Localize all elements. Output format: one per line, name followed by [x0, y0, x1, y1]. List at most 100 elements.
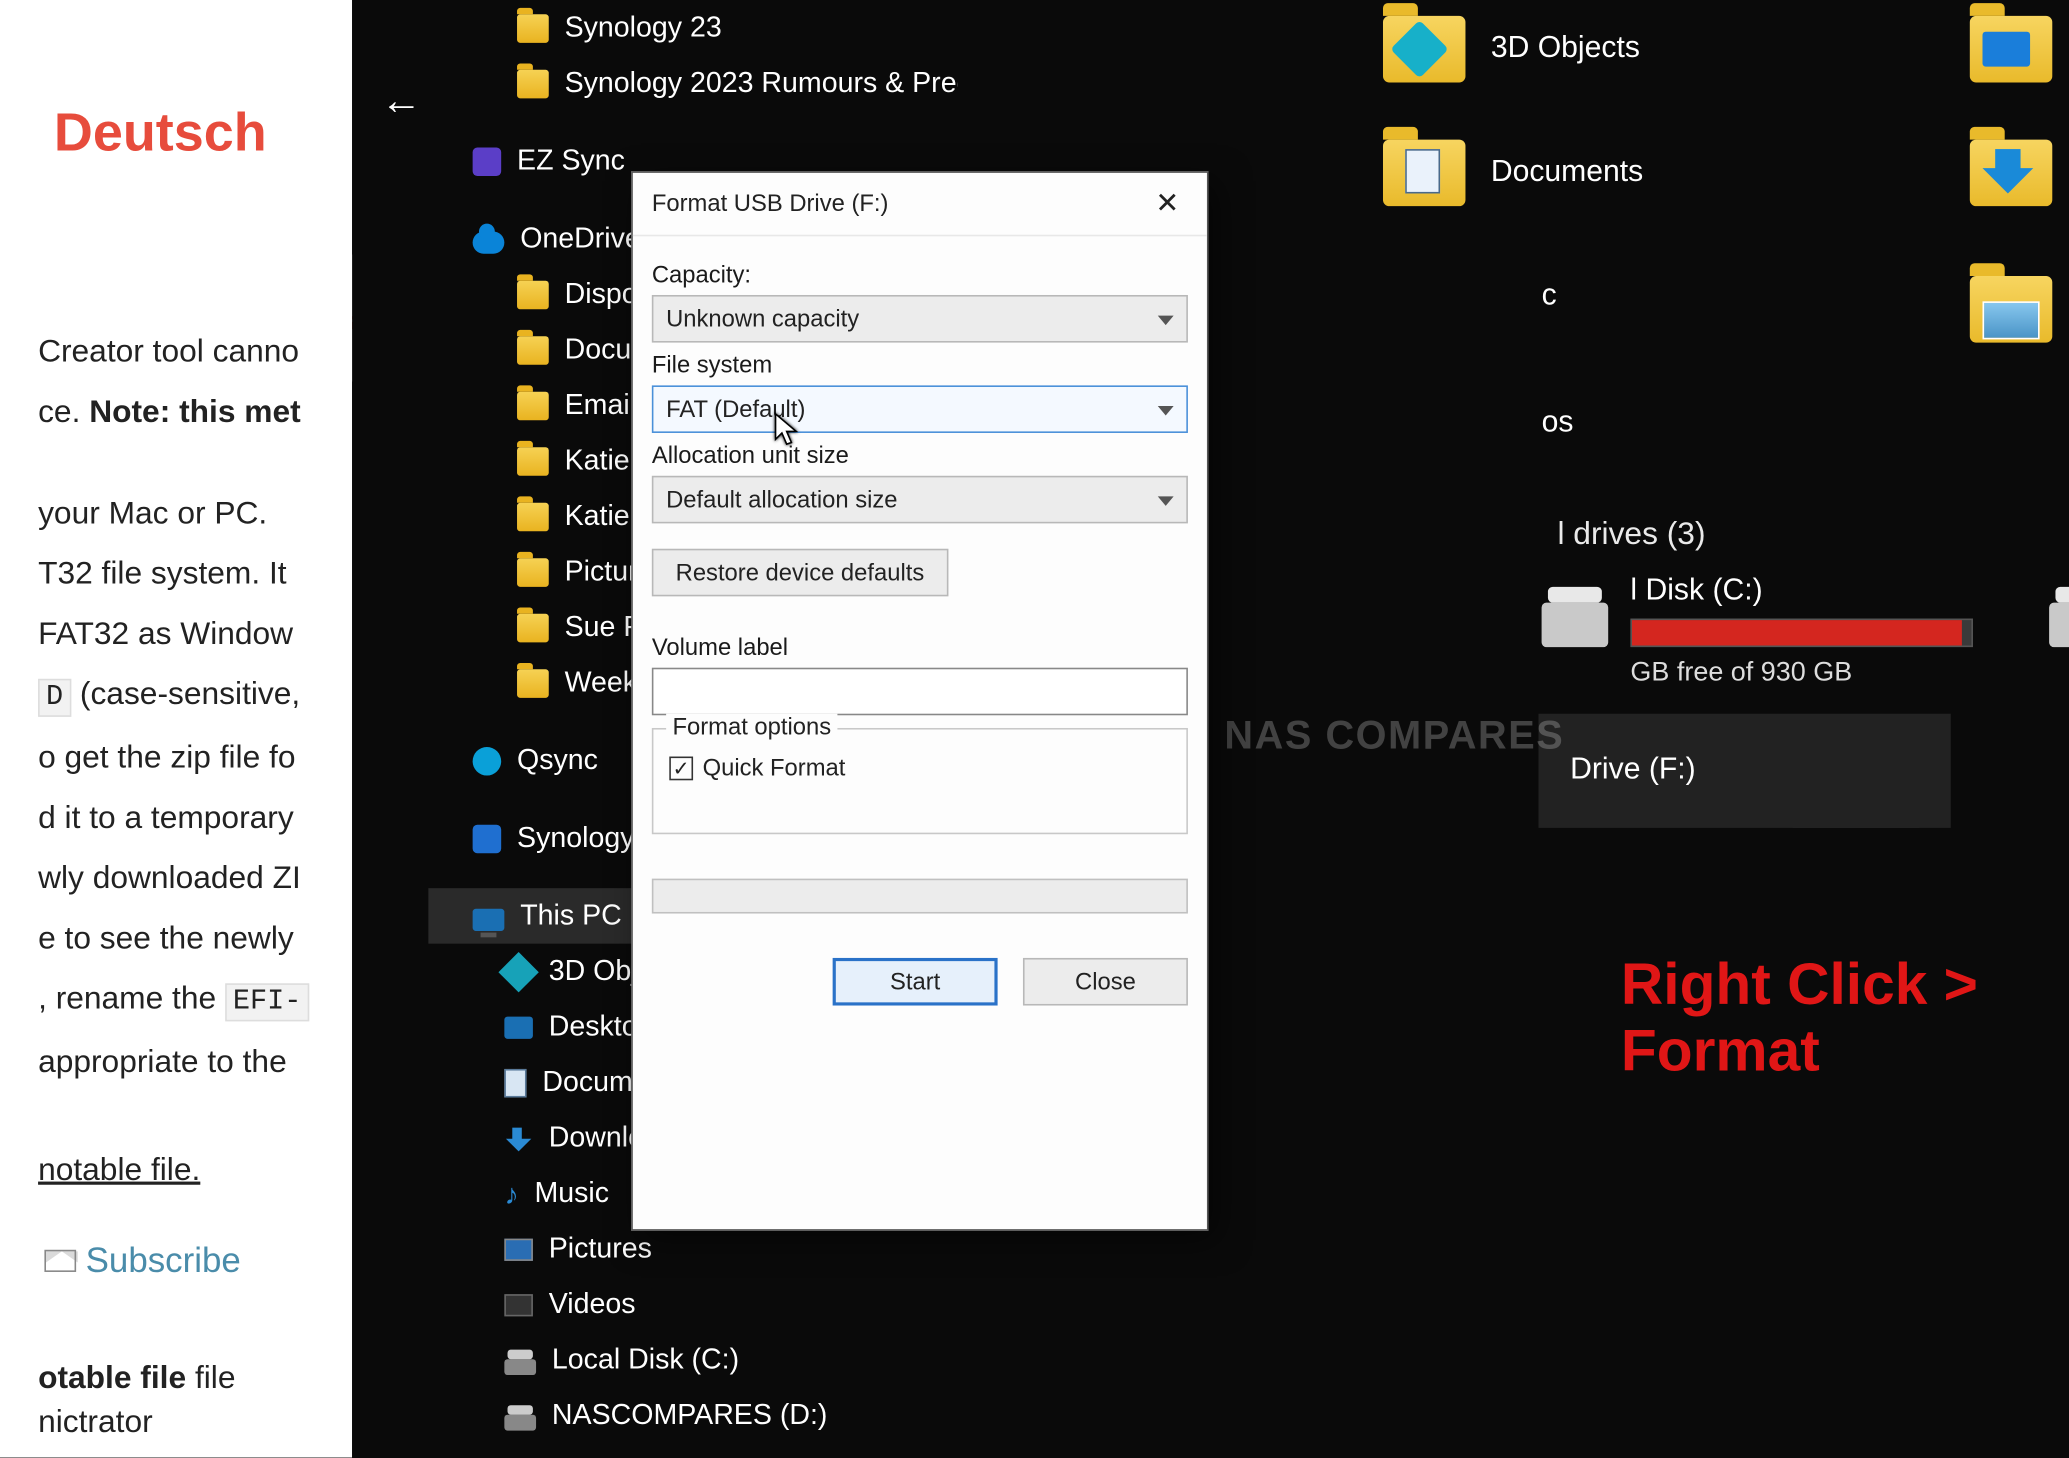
folder-icon [1970, 140, 2052, 207]
article-bottom: otable file file nictrator [38, 1356, 235, 1445]
tree-item-label: Synology 2023 Rumours & Predi [565, 67, 958, 100]
cloud-icon [473, 231, 505, 253]
folder-icon [517, 668, 549, 697]
folder-icon [517, 502, 549, 531]
quick-format-checkbox[interactable]: ✓ Quick Format [669, 755, 1170, 782]
cursor-icon [774, 412, 799, 447]
disk-icon [504, 1358, 536, 1374]
folder-icon [1383, 140, 1465, 207]
subscribe-label: Subscribe [86, 1231, 241, 1291]
drive-icon [2049, 603, 2069, 647]
music-icon: ♪ [504, 1179, 518, 1208]
envelope-icon [44, 1250, 76, 1272]
folder-icon [517, 13, 549, 42]
folder-icon [1383, 16, 1465, 83]
tree-item-label: Pictures [549, 1232, 652, 1265]
volume-label-label: Volume label [652, 634, 1188, 661]
allocation-select[interactable]: Default allocation size [652, 476, 1188, 524]
tree-item-label: Docum [542, 1066, 632, 1099]
down-icon [504, 1127, 533, 1149]
article-paragraph-2: your Mac or PC.T32 file system. It FAT32… [0, 484, 352, 1093]
drive-item-l-disk-c-[interactable]: l Disk (C:) GB free of 930 GB [1542, 574, 1973, 688]
qsync-icon [473, 746, 502, 775]
capacity-label: Capacity: [652, 262, 1188, 289]
tree-item-videos[interactable]: Videos [428, 1277, 958, 1333]
start-button[interactable]: Start [833, 958, 998, 1006]
tree-item-label: EZ Sync [517, 144, 625, 177]
usb-drive-item[interactable]: Drive (F:) [1538, 714, 1950, 828]
usb-drive-label: Drive (F:) [1570, 753, 1696, 788]
pc-icon [473, 908, 505, 930]
allocation-label: Allocation unit size [652, 442, 1188, 469]
pics-icon [504, 1238, 533, 1260]
drive-usage-bar [1630, 619, 1973, 648]
tree-item-label: Downlo [549, 1121, 644, 1154]
format-progress [652, 879, 1188, 914]
tree-item-label: Synology [517, 822, 634, 855]
3d-icon [498, 951, 538, 991]
drive-name: l Disk (C:) [1630, 574, 1973, 609]
folder-icon [1970, 16, 2052, 83]
folder-item-os[interactable]: os [1542, 406, 1574, 441]
article-strip: Deutsch Creator tool cannoce. Note: this… [0, 0, 352, 1458]
article-paragraph-1: Creator tool cannoce. Note: this met [0, 322, 352, 443]
drives-section-header: l drives (3) [1557, 517, 1705, 553]
folder-item-desktop[interactable]: Desktop [1970, 16, 2069, 83]
folder-icon [517, 69, 549, 98]
close-icon[interactable]: ✕ [1144, 185, 1192, 223]
ez-icon [473, 147, 502, 176]
folder-item-downloads[interactable]: Downloads [1970, 140, 2069, 207]
capacity-select[interactable]: Unknown capacity [652, 295, 1188, 343]
filesystem-select[interactable]: FAT (Default) [652, 385, 1188, 433]
tree-item-label: Qsync [517, 744, 598, 777]
tree-item-label: Synology 23 [565, 11, 722, 44]
tree-item-label: OneDrive [520, 222, 641, 255]
folder-icon [1970, 276, 2052, 343]
doc-icon [504, 1068, 526, 1097]
folder-icon [517, 280, 549, 309]
drive-free-text: GB free of 930 GB [1630, 657, 1973, 689]
annotation-text: Right Click > Format [1621, 952, 2069, 1085]
capacity-value: Unknown capacity [666, 305, 859, 332]
subscribe-link[interactable]: Subscribe [44, 1231, 240, 1291]
drive-item-nascompares-d-[interactable]: NASCOMPARES (D:)11.5 GB free of 447 GB [2049, 574, 2069, 688]
folder-label: c [1542, 279, 1557, 314]
tree-item-label: This PC [520, 899, 622, 932]
drive-icon [1542, 603, 1609, 647]
format-options-fieldset: Format options ✓ Quick Format [652, 728, 1188, 834]
language-heading: Deutsch [54, 103, 352, 163]
checkbox-icon: ✓ [669, 757, 693, 781]
allocation-value: Default allocation size [666, 486, 897, 513]
article-notable: notable file. [0, 1140, 352, 1200]
restore-defaults-button[interactable]: Restore device defaults [652, 549, 948, 597]
tree-item-nascompares-d-[interactable]: NASCOMPARES (D:) [428, 1388, 958, 1444]
file-explorer: ← Synology 23 Synology 2023 Rumours & Pre… [352, 0, 2069, 1458]
volume-label-input[interactable] [652, 668, 1188, 716]
folder-icon [517, 335, 549, 364]
folder-icon [517, 446, 549, 475]
tree-item-label: Deskto [549, 1010, 638, 1043]
folder-item-3d-objects[interactable]: 3D Objects [1383, 16, 1640, 83]
folder-icon [517, 613, 549, 642]
folder-item-pictures[interactable]: Pictures [1970, 276, 2069, 343]
tree-item-synology-23[interactable]: Synology 23 [428, 0, 958, 56]
tree-item-label: Local Disk (C:) [552, 1343, 739, 1376]
vids-icon [504, 1293, 533, 1315]
close-button[interactable]: Close [1023, 958, 1188, 1006]
folder-item-documents[interactable]: Documents [1383, 140, 1643, 207]
folder-item-c[interactable]: c [1542, 279, 1557, 314]
back-arrow-icon[interactable]: ← [381, 76, 422, 125]
dialog-title: Format USB Drive (F:) [652, 190, 889, 217]
format-dialog: Format USB Drive (F:) ✕ Capacity: Unknow… [631, 171, 1208, 1230]
watermark: NAS COMPARES [1224, 714, 1564, 760]
tree-item-synology-2023-rumours-predi[interactable]: Synology 2023 Rumours & Predi [428, 56, 958, 112]
tree-item-local-disk-c-[interactable]: Local Disk (C:) [428, 1332, 958, 1388]
filesystem-label: File system [652, 352, 1188, 379]
desk-icon [504, 1016, 533, 1038]
folder-label: Documents [1491, 155, 1643, 190]
tree-item-label: Music [534, 1177, 609, 1210]
syn-icon [473, 824, 502, 853]
folder-icon [517, 557, 549, 586]
format-options-legend: Format options [666, 714, 837, 741]
folder-label: 3D Objects [1491, 32, 1640, 67]
